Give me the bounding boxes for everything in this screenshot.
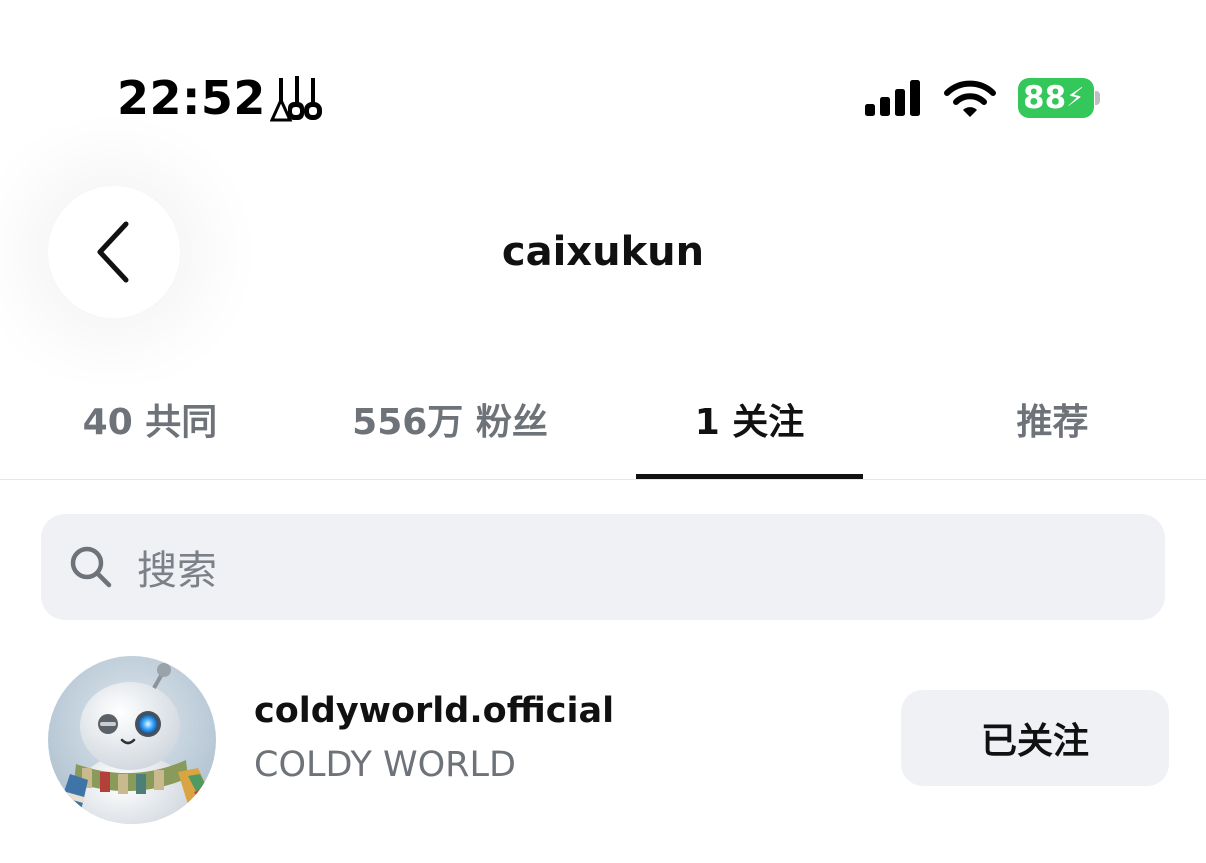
list-item[interactable]: coldyworld.official COLDY WORLD 已关注 xyxy=(0,650,1206,830)
following-button[interactable]: 已关注 xyxy=(901,690,1169,786)
display-name: COLDY WORLD xyxy=(254,745,516,785)
username[interactable]: coldyworld.official xyxy=(254,688,614,734)
cellular-signal-icon xyxy=(865,80,920,116)
divider xyxy=(0,479,1206,480)
robot-snowman-avatar[interactable] xyxy=(48,656,216,824)
notification-app-icon xyxy=(270,76,322,122)
tab-followers[interactable]: 556万 粉丝 xyxy=(320,360,580,478)
tab-mutual[interactable]: 40 共同 xyxy=(40,360,260,478)
battery-charging-icon: 88⚡ xyxy=(1018,78,1094,118)
tab-suggested[interactable]: 推荐 xyxy=(960,360,1145,478)
search-input[interactable]: 搜索 xyxy=(41,514,1165,620)
search-icon xyxy=(70,546,112,588)
screen: 22:52 88⚡ caixukun 40 共同 556万 粉丝 1 关注 推荐… xyxy=(0,0,1206,863)
battery-cap xyxy=(1095,91,1100,105)
wifi-icon xyxy=(944,80,996,117)
status-time: 22:52 xyxy=(117,71,266,125)
search-placeholder: 搜索 xyxy=(137,548,217,594)
charging-bolt-icon: ⚡ xyxy=(1066,83,1085,113)
battery-level: 88 xyxy=(1023,80,1067,116)
tab-bar: 40 共同 556万 粉丝 1 关注 推荐 xyxy=(0,360,1206,480)
avatar-image xyxy=(48,656,216,824)
tab-following[interactable]: 1 关注 xyxy=(636,360,863,478)
page-title: caixukun xyxy=(501,229,705,275)
